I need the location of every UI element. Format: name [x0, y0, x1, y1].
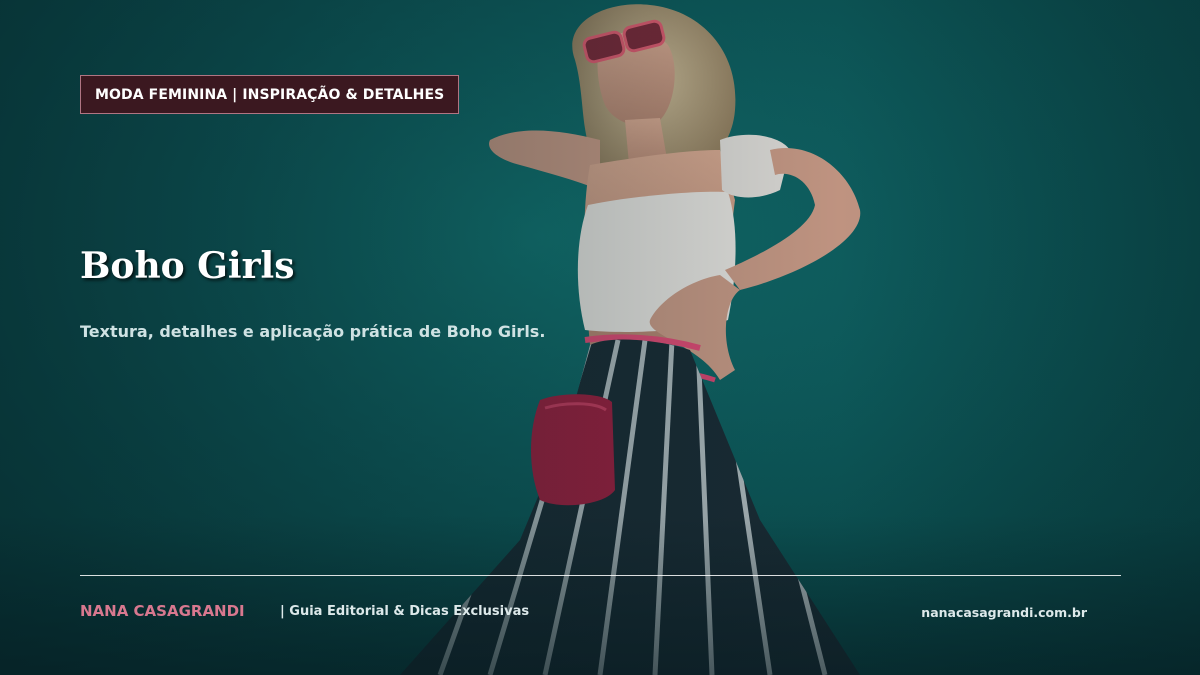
- brand-name: NANA CASAGRANDI: [80, 602, 245, 620]
- page-subtitle: Textura, detalhes e aplicação prática de…: [80, 322, 546, 341]
- category-tag: MODA FEMININA | INSPIRAÇÃO & DETALHES: [80, 75, 460, 114]
- striped-pants: [400, 339, 860, 675]
- brand-tagline: | Guia Editorial & Dicas Exclusivas: [280, 604, 530, 619]
- site-url: nanacasagrandi.com.br: [921, 605, 1087, 620]
- red-bag: [531, 394, 615, 506]
- footer-divider: [80, 575, 1121, 576]
- page-title: Boho Girls: [80, 245, 295, 287]
